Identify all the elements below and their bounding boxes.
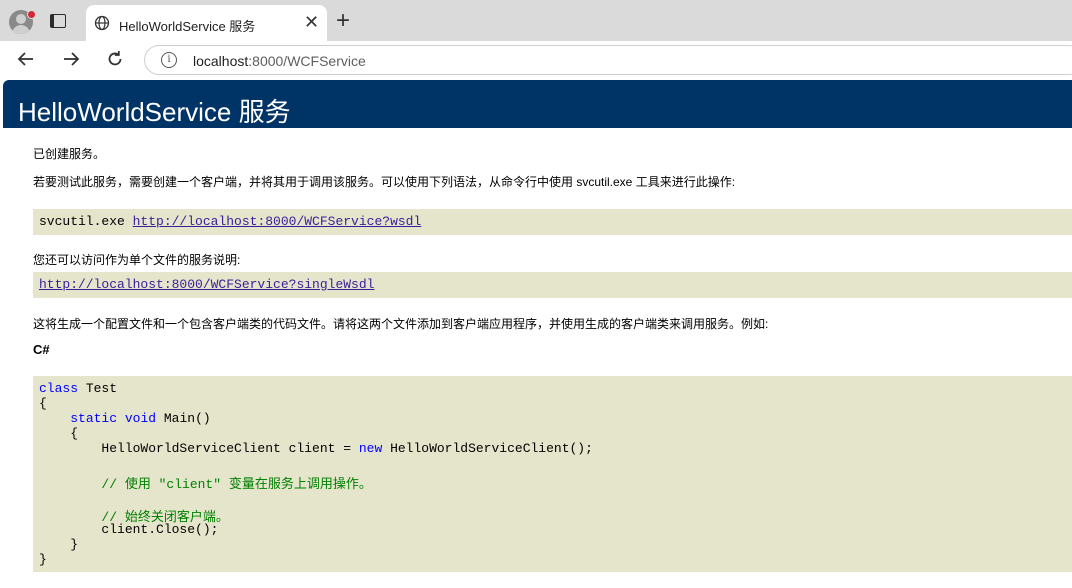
tab-strip: HelloWorldService 服务 ✕ + [0, 0, 1072, 41]
notification-dot [27, 10, 36, 19]
forward-icon[interactable] [61, 49, 81, 69]
code-line: { [39, 396, 47, 411]
new-tab-icon[interactable]: + [336, 9, 350, 33]
csharp-code-box: class Test { static void Main() { HelloW… [33, 376, 1072, 572]
globe-icon [94, 15, 110, 31]
code-comment: // 使用 "client" 变量在服务上调用操作。 [39, 477, 372, 492]
svcutil-command: svcutil.exe http://localhost:8000/WCFSer… [39, 214, 422, 229]
page-title: HelloWorldService 服务 [18, 97, 291, 127]
code-line: { [39, 426, 79, 441]
info-icon[interactable]: i [161, 52, 177, 68]
reload-icon[interactable] [105, 49, 125, 69]
svcutil-code-box: svcutil.exe http://localhost:8000/WCFSer… [33, 209, 1072, 235]
single-file-text: 您还可以访问作为单个文件的服务说明: [33, 253, 241, 267]
page-content: HelloWorldService 服务 已创建服务。 若要测试此服务，需要创建… [0, 80, 1072, 588]
code-line: } [39, 552, 47, 567]
code-line: } [39, 537, 79, 552]
code-line: client.Close(); [39, 522, 219, 537]
code-line: class Test [39, 381, 118, 396]
tab-title: HelloWorldService 服务 [119, 19, 256, 34]
tab-actions-icon[interactable] [50, 14, 66, 28]
code-line: HelloWorldServiceClient client = new Hel… [39, 441, 593, 456]
single-wsdl-code-box: http://localhost:8000/WCFService?singleW… [33, 272, 1072, 298]
generate-text: 这将生成一个配置文件和一个包含客户端类的代码文件。请将这两个文件添加到客户端应用… [33, 317, 769, 331]
browser-tab[interactable]: HelloWorldService 服务 ✕ [86, 5, 327, 41]
browser-toolbar: i localhost:8000/WCFService [0, 41, 1072, 80]
back-icon[interactable] [16, 49, 36, 69]
address-bar[interactable]: i localhost:8000/WCFService [144, 45, 1072, 75]
close-icon[interactable]: ✕ [304, 13, 319, 31]
test-instructions-text: 若要测试此服务，需要创建一个客户端，并将其用于调用该服务。可以使用下列语法，从命… [33, 175, 736, 189]
language-label: C# [33, 342, 50, 357]
url-text[interactable]: localhost:8000/WCFService [193, 53, 366, 69]
wsdl-link[interactable]: http://localhost:8000/WCFService?wsdl [133, 214, 422, 229]
service-created-text: 已创建服务。 [33, 147, 106, 161]
single-wsdl-link[interactable]: http://localhost:8000/WCFService?singleW… [39, 277, 374, 292]
single-wsdl-line: http://localhost:8000/WCFService?singleW… [39, 277, 374, 292]
code-line: static void Main() [70, 411, 211, 426]
page-heading-bar: HelloWorldService 服务 [3, 80, 1072, 128]
